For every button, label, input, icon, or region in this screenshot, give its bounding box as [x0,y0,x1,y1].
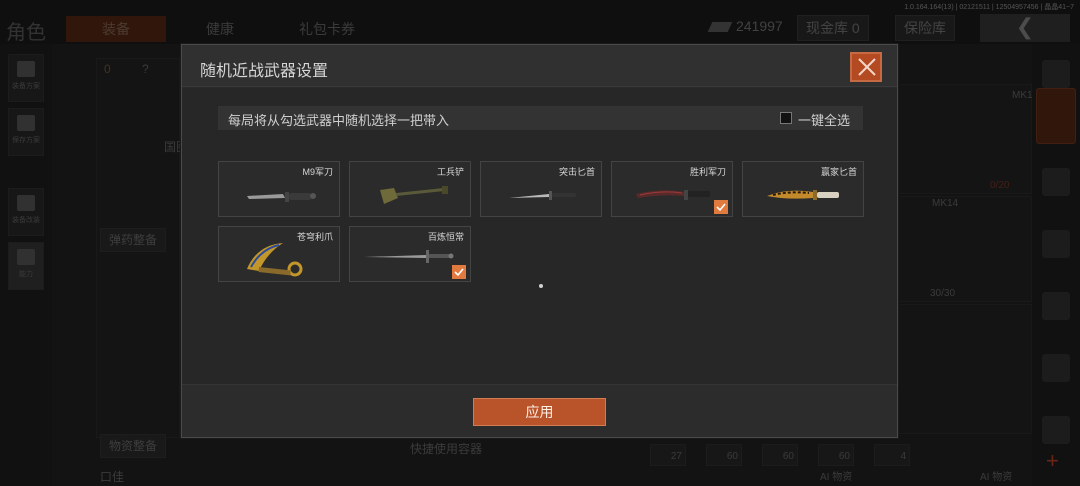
karambit-icon [247,243,303,277]
check-icon [716,203,726,212]
check-icon [454,268,464,277]
weapon-name: M9军刀 [302,167,333,177]
selected-checkbox[interactable] [714,200,728,214]
weapon-name: 工兵铲 [436,167,464,177]
dialog-footer: 应用 [182,384,897,437]
weapon-card-shovel[interactable]: 工兵铲 [349,161,471,217]
info-text: 每局将从勾选武器中随机选择一把带入 [228,113,450,128]
sword-icon [364,250,454,263]
weapon-card-victory-saber[interactable]: 胜利军刀 [611,161,733,217]
close-button[interactable] [850,52,882,82]
close-icon [858,58,876,76]
weapon-card-winner-dagger[interactable]: 赢家匕首 [742,161,864,217]
weapon-name: 突击匕首 [558,167,595,177]
selected-checkbox[interactable] [452,265,466,279]
dagger-icon [509,191,576,200]
apply-button[interactable]: 应用 [473,398,606,426]
weapon-name: 赢家匕首 [820,167,857,177]
select-all-checkbox[interactable] [780,112,792,124]
shovel-icon [380,186,448,204]
combat-knife-icon [247,192,316,202]
weapon-card-karambit[interactable]: 苍穹利爪 [218,226,340,282]
weapon-card-m9[interactable]: M9军刀 [218,161,340,217]
dialog-body: 每局将从勾选武器中随机选择一把带入 一键全选 M9军刀 工兵铲 突击匕首 胜利军… [182,88,897,384]
saber-icon [636,190,710,200]
weapon-name: 胜利军刀 [689,167,726,177]
weapon-card-sword[interactable]: 百炼恒常 [349,226,471,282]
golden-dagger-icon [767,190,839,200]
mouse-cursor-dot [539,284,543,288]
dialog-title: 随机近战武器设置 [200,63,329,80]
select-all-label: 一键全选 [798,113,851,128]
random-melee-dialog: 随机近战武器设置 每局将从勾选武器中随机选择一把带入 一键全选 M9军刀 工兵铲… [181,44,898,438]
dialog-header: 随机近战武器设置 [182,45,897,87]
info-bar: 每局将从勾选武器中随机选择一把带入 一键全选 [218,106,863,130]
weapon-card-assault-dagger[interactable]: 突击匕首 [480,161,602,217]
